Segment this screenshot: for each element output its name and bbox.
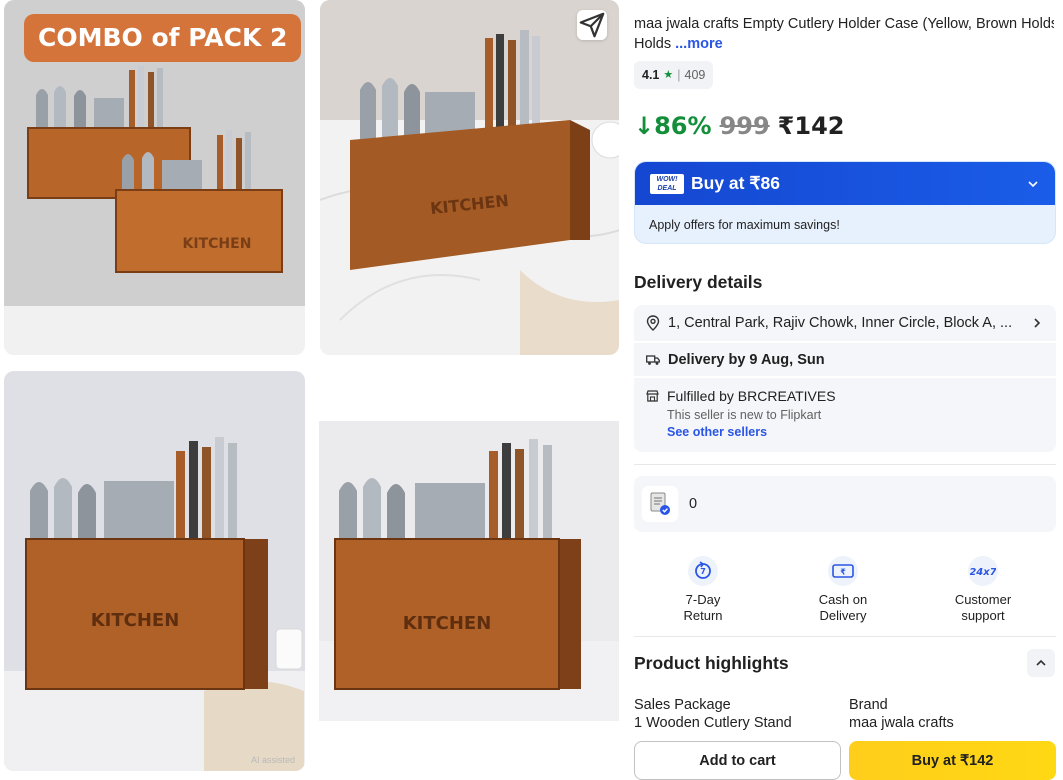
- star-icon: ★: [663, 69, 674, 81]
- buy-now-button[interactable]: Buy at ₹142: [849, 741, 1056, 780]
- highlight-value: 1 Wooden Cutlery Stand: [634, 715, 792, 731]
- svg-text:24x7: 24x7: [970, 567, 996, 578]
- kitchen-label: KITCHEN: [183, 236, 252, 252]
- divider: [634, 464, 1056, 465]
- product-title-line2: Holds: [634, 36, 672, 52]
- chevron-down-icon[interactable]: [1027, 178, 1039, 190]
- final-price: ₹142: [777, 112, 845, 140]
- chevron-right-icon: [1034, 318, 1041, 328]
- product-title: maa jwala crafts Empty Cutlery Holder Ca…: [634, 14, 1054, 54]
- highlight-sales-package: Sales Package 1 Wooden Cutlery Stand: [634, 696, 792, 732]
- feature-return-line2: Return: [683, 608, 723, 623]
- feature-support-line1: Customer: [954, 592, 1012, 607]
- return-icon: 7: [688, 556, 718, 586]
- rating-value: 4.1: [642, 68, 660, 82]
- highlight-value: maa jwala crafts: [849, 715, 954, 731]
- wow-deal-badge: WOW! DEAL: [650, 173, 684, 194]
- more-link[interactable]: ...more: [675, 36, 723, 52]
- share-icon: [579, 12, 605, 38]
- product-image-counter[interactable]: KITCHEN: [320, 0, 619, 355]
- box-side-illustration: KITCHEN: [319, 371, 619, 771]
- ai-assisted-tag: AI assisted: [250, 755, 295, 765]
- highlight-brand: Brand maa jwala crafts: [849, 696, 954, 732]
- delivery-date-row: Delivery by 9 Aug, Sun: [634, 343, 1056, 376]
- product-image-side[interactable]: KITCHEN: [319, 371, 619, 771]
- box-on-counter-illustration: KITCHEN: [320, 0, 619, 355]
- kitchen-label: KITCHEN: [91, 610, 180, 631]
- truck-icon: [646, 354, 660, 365]
- product-image-combo[interactable]: KITCHEN COMBO of PACK 2: [4, 0, 305, 355]
- discount-percent: ↓86%: [634, 112, 712, 140]
- deal-buy-label: Buy at ₹86: [691, 173, 780, 193]
- feature-cod-line1: Cash on: [818, 592, 868, 607]
- seller-note: This seller is new to Flipkart: [667, 408, 822, 422]
- feature-return-line1: 7-Day: [685, 592, 721, 607]
- support-24x7-icon: 24x7: [968, 556, 998, 586]
- deal-card[interactable]: WOW! DEAL Buy at ₹86 Apply offers for ma…: [634, 161, 1056, 244]
- address-text: 1, Central Park, Rajiv Chowk, Inner Circ…: [668, 315, 1013, 331]
- product-title-line1: maa jwala crafts Empty Cutlery Holder Ca…: [634, 16, 1054, 32]
- feature-return[interactable]: 7 7-Day Return: [648, 556, 758, 624]
- kitchen-label: KITCHEN: [403, 613, 492, 634]
- mrp-price: 999: [719, 112, 770, 140]
- delivery-date: Delivery by 9 Aug, Sun: [668, 351, 825, 368]
- location-pin-icon: [646, 315, 660, 331]
- deal-subtext: Apply offers for maximum savings!: [649, 218, 840, 232]
- inventory-row[interactable]: 0: [634, 476, 1056, 532]
- fulfilled-by: Fulfilled by BRCREATIVES: [667, 388, 836, 404]
- feature-support-line2: support: [961, 608, 1005, 623]
- document-verified-icon: [642, 486, 678, 522]
- inventory-count: 0: [689, 496, 698, 512]
- deal-header[interactable]: WOW! DEAL Buy at ₹86: [635, 162, 1055, 205]
- feature-support[interactable]: 24x7 Customer support: [928, 556, 1038, 624]
- highlight-label: Sales Package: [634, 697, 731, 713]
- chevron-up-icon: [1036, 659, 1046, 666]
- address-row[interactable]: 1, Central Park, Rajiv Chowk, Inner Circ…: [634, 305, 1056, 341]
- product-image-front[interactable]: KITCHEN AI assisted: [4, 371, 305, 771]
- share-button[interactable]: [577, 10, 607, 40]
- delivery-heading: Delivery details: [634, 272, 763, 292]
- highlights-heading: Product highlights: [634, 653, 789, 673]
- see-other-sellers-link[interactable]: See other sellers: [667, 425, 1044, 439]
- svg-text:₹: ₹: [840, 568, 846, 577]
- price-block: ↓86% 999 ₹142: [634, 112, 844, 140]
- rating-separator: |: [677, 68, 681, 82]
- store-icon: [646, 390, 659, 402]
- svg-text:7: 7: [700, 567, 706, 576]
- divider: [634, 636, 1056, 637]
- highlight-label: Brand: [849, 697, 888, 713]
- cash-icon: ₹: [828, 556, 858, 586]
- rating-badge[interactable]: 4.1 ★ | 409: [634, 61, 714, 89]
- feature-cod[interactable]: ₹ Cash on Delivery: [788, 556, 898, 624]
- box-front-illustration: KITCHEN: [4, 371, 305, 771]
- feature-cod-line2: Delivery: [819, 608, 867, 623]
- combo-badge: COMBO of PACK 2: [24, 14, 302, 62]
- fulfilment-row: Fulfilled by BRCREATIVES This seller is …: [634, 378, 1056, 452]
- rating-count: 409: [684, 68, 706, 82]
- add-to-cart-button[interactable]: Add to cart: [634, 741, 841, 780]
- collapse-button[interactable]: [1027, 649, 1055, 677]
